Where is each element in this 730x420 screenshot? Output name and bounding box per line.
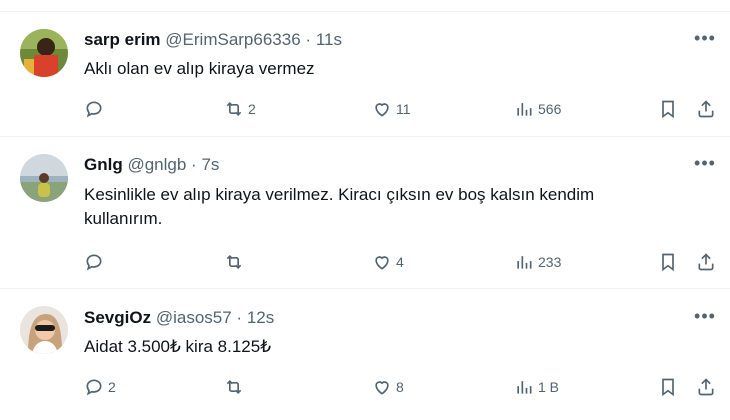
retweet-icon [226, 379, 242, 395]
like-icon [375, 256, 389, 270]
avatar[interactable] [20, 306, 68, 354]
share-icon [698, 100, 714, 118]
share-button[interactable] [696, 251, 716, 273]
tweet-text: Aklı olan ev alıp kiraya vermez [84, 59, 315, 78]
reply-button[interactable] [84, 251, 108, 273]
reply-button[interactable]: 2 [84, 376, 116, 398]
more-icon[interactable]: ••• [694, 29, 716, 52]
bookmark-button[interactable] [658, 376, 678, 398]
like-icon [375, 103, 389, 117]
separator-dot: · [191, 155, 197, 174]
views-button[interactable]: 1 B [514, 376, 559, 398]
author-handle[interactable]: @ErimSarp66336 [165, 30, 300, 49]
author-name[interactable]: SevgiOz [84, 308, 151, 327]
views-icon [517, 381, 532, 394]
share-icon [698, 378, 714, 396]
timestamp[interactable]: 11s [316, 30, 342, 49]
retweet-icon [226, 101, 242, 117]
action-bar: 2 8 1 B [84, 376, 730, 398]
reply-icon [86, 254, 102, 271]
view-count: 1 B [538, 379, 560, 395]
like-button[interactable]: 11 [372, 98, 411, 120]
reply-count: 2 [108, 379, 116, 395]
separator-dot: · [305, 30, 312, 49]
action-bar: 4 233 [84, 251, 730, 273]
like-button[interactable]: 8 [372, 376, 404, 398]
author-name[interactable]: Gnlg [84, 155, 123, 174]
more-icon[interactable]: ••• [694, 307, 716, 330]
retweet-count: 2 [248, 101, 256, 117]
tweet[interactable]: sarp erim @ErimSarp66336 · 11s ••• Aklı … [0, 12, 730, 137]
retweet-icon [226, 254, 242, 270]
views-button[interactable]: 566 [514, 98, 561, 120]
author-handle[interactable]: @iasos57 [156, 308, 232, 327]
views-button[interactable]: 233 [514, 251, 561, 273]
views-icon [517, 103, 532, 116]
top-divider [0, 0, 730, 12]
views-icon [517, 256, 532, 269]
bookmark-button[interactable] [658, 98, 678, 120]
avatar[interactable] [20, 29, 68, 77]
share-icon [698, 253, 714, 271]
like-icon [375, 381, 389, 395]
like-count: 11 [396, 101, 411, 117]
reply-button[interactable] [84, 98, 108, 120]
author-handle[interactable]: @gnlgb [127, 155, 186, 174]
share-button[interactable] [696, 98, 716, 120]
share-button[interactable] [696, 376, 716, 398]
tweet-header: Gnlg @gnlgb · 7s [84, 154, 219, 176]
like-count: 4 [396, 254, 404, 270]
timestamp[interactable]: 12s [247, 308, 274, 327]
separator-dot: · [236, 308, 243, 327]
tweet-text: Kesinlikle ev alıp kiraya verilmez. Kira… [84, 185, 595, 228]
bookmark-button[interactable] [658, 251, 678, 273]
like-button[interactable]: 4 [372, 251, 404, 273]
tweet-header: sarp erim @ErimSarp66336 · 11s [84, 29, 342, 51]
retweet-button[interactable] [224, 251, 248, 273]
tweet-header: SevgiOz @iasos57 · 12s [84, 307, 274, 329]
view-count: 566 [538, 101, 562, 117]
author-name[interactable]: sarp erim [84, 30, 161, 49]
avatar[interactable] [20, 154, 68, 202]
tweet-text: Aidat 3.500₺ kira 8.125₺ [84, 337, 272, 356]
more-icon[interactable]: ••• [694, 154, 716, 177]
reply-icon [86, 101, 102, 118]
retweet-button[interactable]: 2 [224, 98, 256, 120]
bookmark-icon [662, 100, 674, 119]
timestamp[interactable]: 7s [201, 155, 219, 174]
reply-icon [86, 379, 102, 396]
tweet[interactable]: Gnlg @gnlgb · 7s ••• Kesinlikle ev alıp … [0, 137, 730, 289]
retweet-button[interactable] [224, 376, 248, 398]
view-count: 233 [538, 254, 562, 270]
tweet[interactable]: SevgiOz @iasos57 · 12s ••• Aidat 3.500₺ … [0, 289, 730, 420]
bookmark-icon [662, 253, 674, 272]
action-bar: 2 11 566 [84, 98, 730, 120]
bookmark-icon [662, 378, 674, 397]
like-count: 8 [396, 379, 404, 395]
